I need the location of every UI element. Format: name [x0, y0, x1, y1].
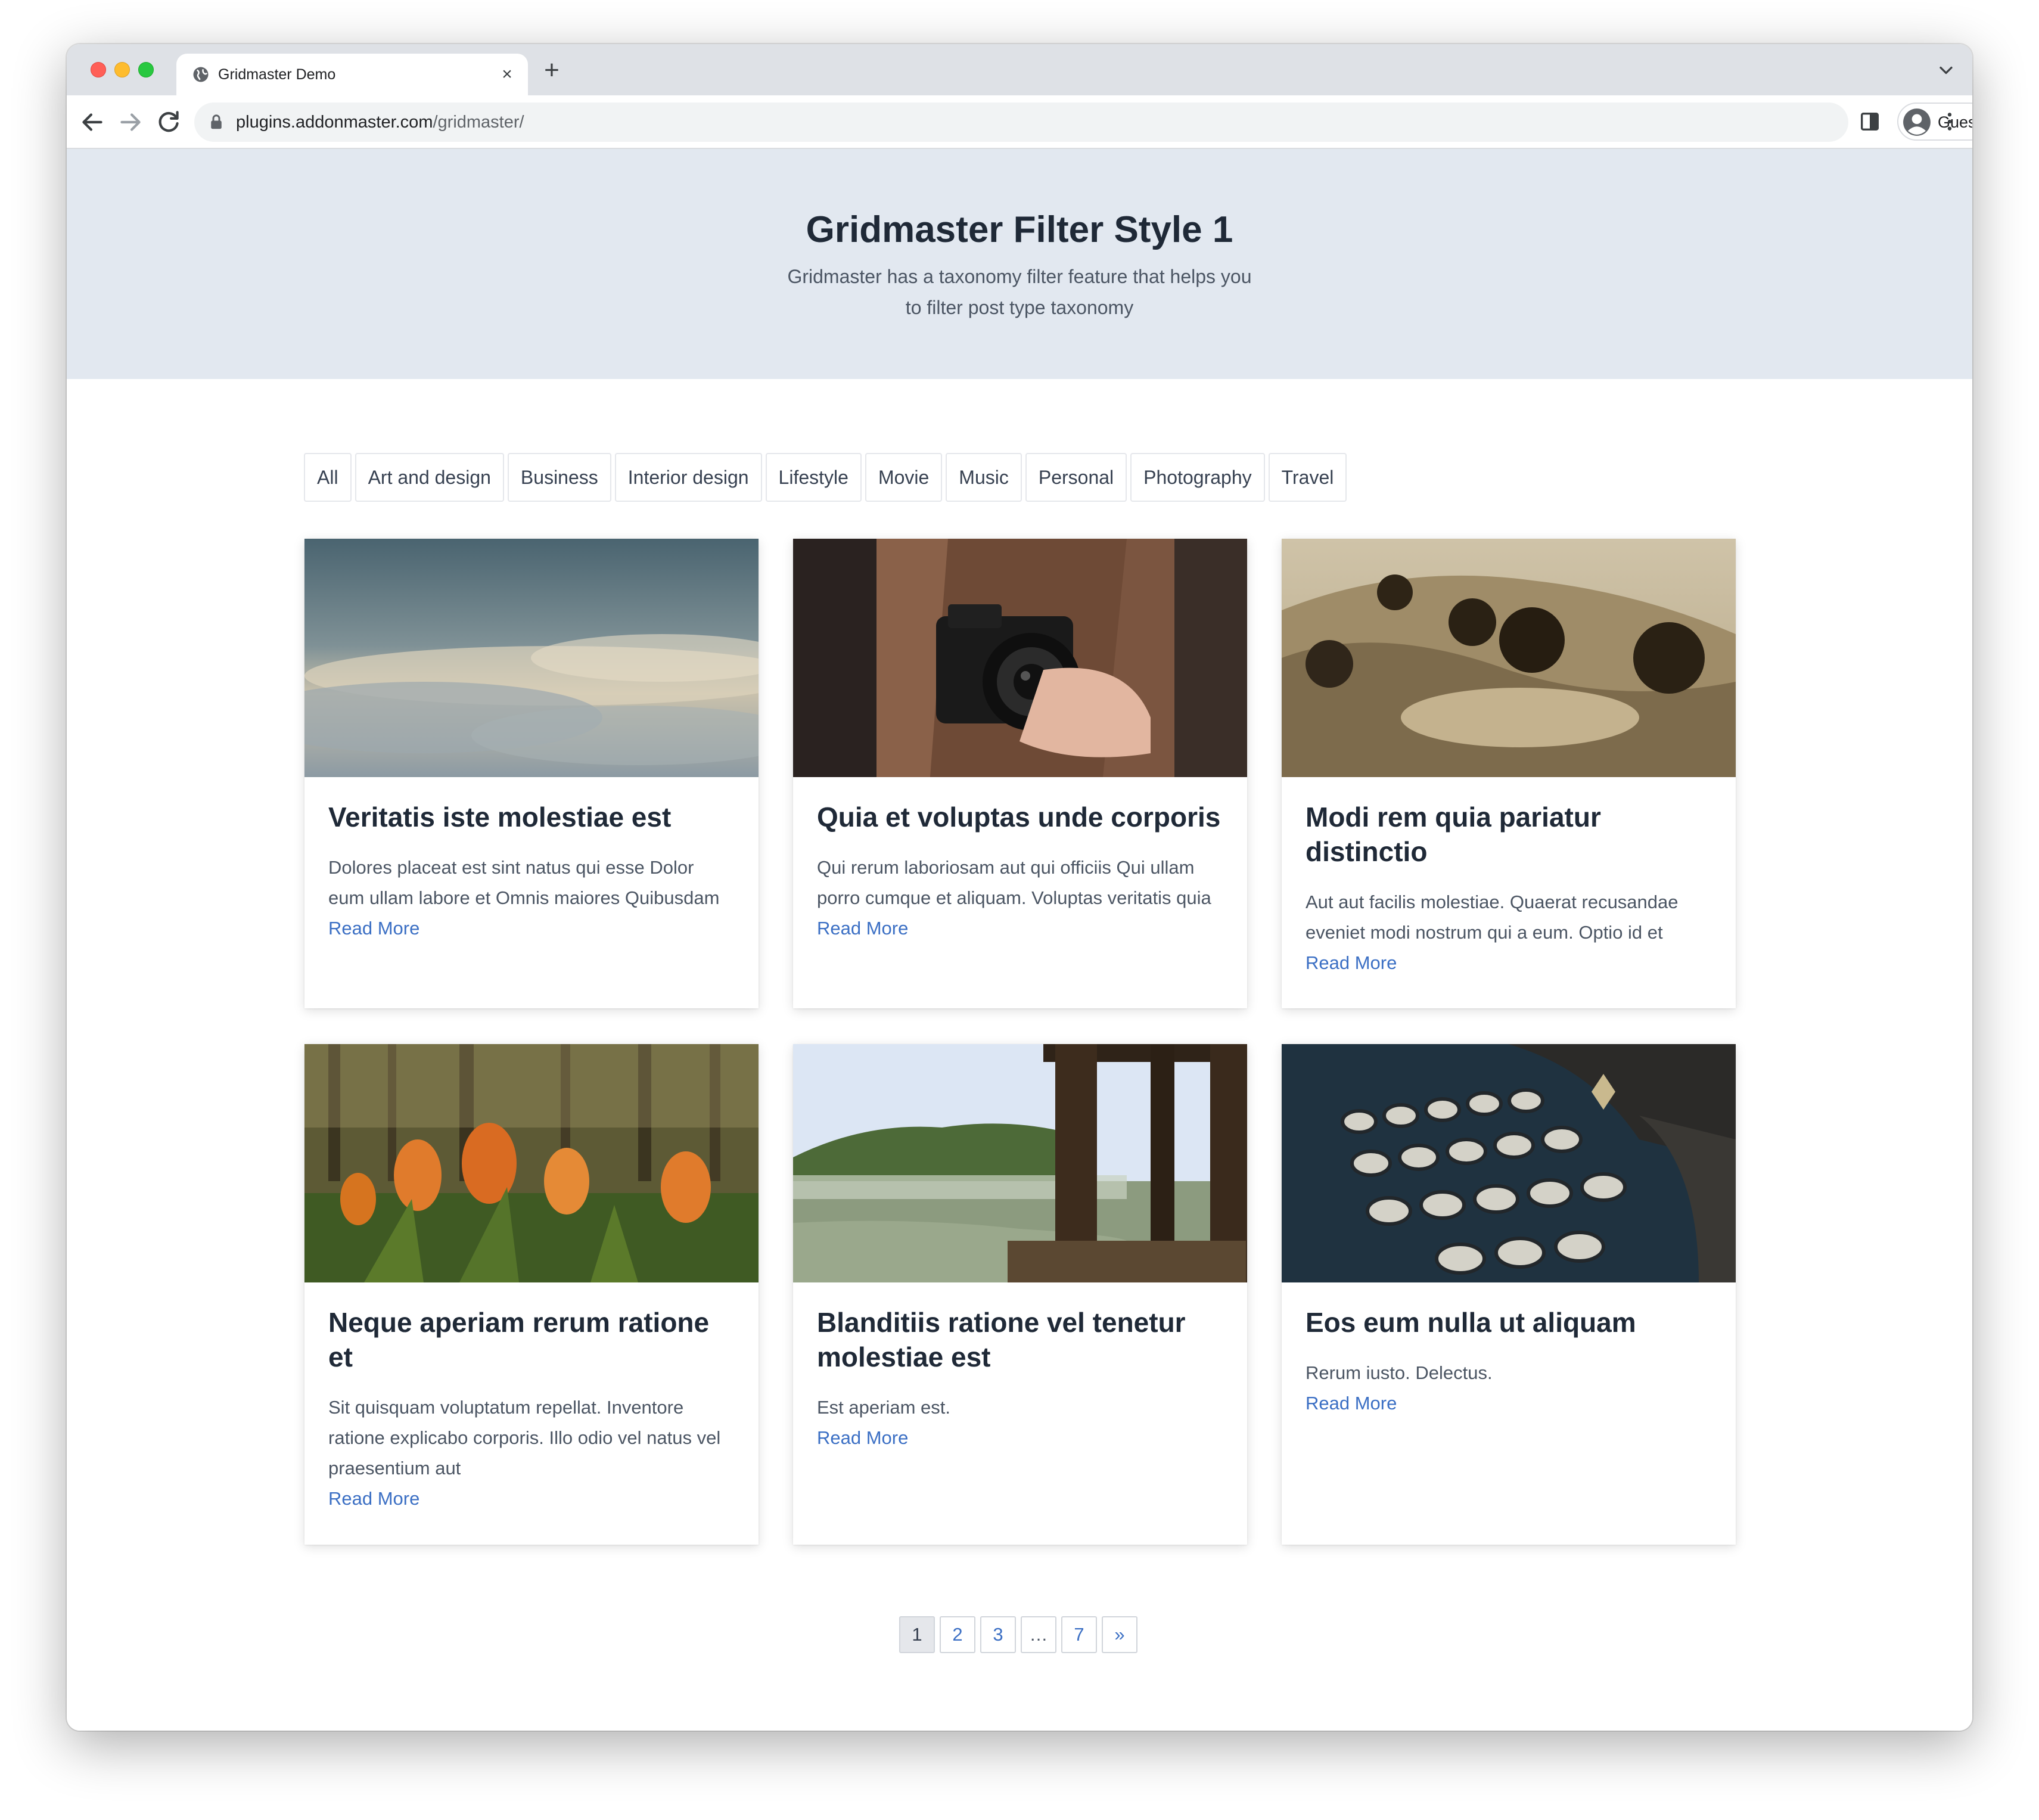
- arrow-right-icon: [120, 113, 141, 131]
- page-3-link[interactable]: 3: [980, 1616, 1016, 1653]
- post-excerpt: Rerum iusto. Delectus.: [1306, 1362, 1493, 1383]
- card-body: Blanditiis ratione vel tenetur molestiae…: [793, 1282, 1247, 1453]
- post-title[interactable]: Eos eum nulla ut aliquam: [1306, 1305, 1712, 1340]
- vintage-typewriter-photo: [1282, 1044, 1736, 1282]
- read-more-link[interactable]: Read More: [328, 1483, 735, 1514]
- post-excerpt: Sit quisquam voluptatum repellat. Invent…: [328, 1397, 721, 1479]
- filter-movie[interactable]: Movie: [865, 453, 943, 502]
- card-body: Veritatis iste molestiae est Dolores pla…: [304, 777, 759, 943]
- card-body: Quia et voluptas unde corporis Qui rerum…: [793, 777, 1247, 943]
- filter-art-and-design[interactable]: Art and design: [355, 453, 504, 502]
- new-tab-button[interactable]: +: [537, 56, 566, 85]
- page-7-link[interactable]: 7: [1061, 1616, 1097, 1653]
- post-title[interactable]: Veritatis iste molestiae est: [328, 800, 735, 834]
- post-thumbnail[interactable]: [1282, 1044, 1736, 1282]
- filter-lifestyle[interactable]: Lifestyle: [765, 453, 862, 502]
- post-title[interactable]: Modi rem quia pariatur distinctio: [1306, 800, 1712, 869]
- minimize-window-button[interactable]: [114, 62, 130, 77]
- post-card: Neque aperiam rerum ratione et Sit quisq…: [304, 1044, 759, 1545]
- url-path: /gridmaster/: [433, 113, 524, 132]
- camera-in-hands-photo: [793, 539, 1247, 777]
- taxonomy-filter-bar: All Art and design Business Interior des…: [304, 453, 1350, 502]
- read-more-link[interactable]: Read More: [817, 913, 1223, 943]
- post-excerpt: Dolores placeat est sint natus qui esse …: [328, 857, 720, 908]
- post-thumbnail[interactable]: [304, 539, 759, 777]
- chevron-down-icon[interactable]: [1935, 60, 1957, 81]
- arrow-left-icon: [82, 113, 102, 131]
- read-more-link[interactable]: Read More: [1306, 948, 1712, 978]
- post-title[interactable]: Quia et voluptas unde corporis: [817, 800, 1223, 834]
- read-more-link[interactable]: Read More: [817, 1423, 1223, 1453]
- maximize-window-button[interactable]: [138, 62, 154, 77]
- post-card: Modi rem quia pariatur distinctio Aut au…: [1282, 539, 1736, 1008]
- avatar-icon: [1903, 108, 1931, 136]
- tulips-in-forest-photo: [304, 1044, 759, 1282]
- post-thumbnail[interactable]: [1282, 539, 1736, 777]
- filter-personal[interactable]: Personal: [1025, 453, 1127, 502]
- cloudy-sky-photo: [304, 539, 759, 777]
- side-panel-icon[interactable]: [1858, 110, 1882, 133]
- post-title[interactable]: Neque aperiam rerum ratione et: [328, 1305, 735, 1374]
- globe-icon: [193, 67, 209, 82]
- post-excerpt: Qui rerum laboriosam aut qui officiis Qu…: [817, 857, 1211, 908]
- page-content: Gridmaster Filter Style 1 Gridmaster has…: [67, 149, 1972, 1731]
- post-thumbnail[interactable]: [793, 539, 1247, 777]
- card-body: Neque aperiam rerum ratione et Sit quisq…: [304, 1282, 759, 1514]
- close-tab-icon[interactable]: ×: [497, 64, 517, 85]
- filter-photography[interactable]: Photography: [1130, 453, 1265, 502]
- pagination: 1 2 3 … 7 »: [899, 1616, 1142, 1653]
- post-thumbnail[interactable]: [304, 1044, 759, 1282]
- reload-icon: [158, 111, 179, 132]
- forward-button[interactable]: [116, 107, 145, 137]
- post-title[interactable]: Blanditiis ratione vel tenetur molestiae…: [817, 1305, 1223, 1374]
- post-thumbnail[interactable]: [793, 1044, 1247, 1282]
- read-more-link[interactable]: Read More: [328, 913, 735, 943]
- page-ellipsis: …: [1021, 1616, 1056, 1653]
- misty-lake-dock-photo: [793, 1044, 1247, 1282]
- filter-music[interactable]: Music: [946, 453, 1022, 502]
- post-excerpt: Aut aut facilis molestiae. Quaerat recus…: [1306, 892, 1679, 943]
- page-2-link[interactable]: 2: [940, 1616, 975, 1653]
- filter-all[interactable]: All: [304, 453, 352, 502]
- url-host: plugins.addonmaster.com: [236, 113, 433, 132]
- filter-interior-design[interactable]: Interior design: [614, 453, 762, 502]
- filter-business[interactable]: Business: [507, 453, 611, 502]
- page-title: Gridmaster Filter Style 1: [806, 209, 1233, 250]
- page-1-current[interactable]: 1: [899, 1616, 935, 1653]
- post-card: Quia et voluptas unde corporis Qui rerum…: [793, 539, 1247, 1008]
- post-card: Blanditiis ratione vel tenetur molestiae…: [793, 1044, 1247, 1545]
- post-card: Veritatis iste molestiae est Dolores pla…: [304, 539, 759, 1008]
- browser-tab[interactable]: Gridmaster Demo ×: [176, 54, 528, 95]
- lock-icon[interactable]: [207, 113, 225, 131]
- hero-banner: Gridmaster Filter Style 1 Gridmaster has…: [67, 149, 1972, 379]
- next-page-link[interactable]: »: [1102, 1616, 1137, 1653]
- card-body: Modi rem quia pariatur distinctio Aut au…: [1282, 777, 1736, 978]
- card-body: Eos eum nulla ut aliquam Rerum iusto. De…: [1282, 1282, 1736, 1418]
- filter-travel[interactable]: Travel: [1268, 453, 1347, 502]
- page-subtitle: Gridmaster has a taxonomy filter feature…: [787, 266, 1252, 318]
- reload-button[interactable]: [154, 107, 184, 137]
- more-options-icon[interactable]: [1938, 108, 1962, 135]
- tab-title: Gridmaster Demo: [218, 66, 336, 83]
- browser-window: Gridmaster Demo × + plugins.addonmaster.…: [67, 44, 1972, 1731]
- post-excerpt: Est aperiam est.: [817, 1397, 950, 1418]
- tab-strip: Gridmaster Demo × +: [67, 44, 1972, 95]
- read-more-link[interactable]: Read More: [1306, 1388, 1712, 1418]
- address-bar[interactable]: plugins.addonmaster.com/gridmaster/: [194, 103, 1848, 142]
- back-button[interactable]: [77, 107, 107, 137]
- url-text: plugins.addonmaster.com/gridmaster/: [236, 112, 524, 132]
- browser-toolbar: plugins.addonmaster.com/gridmaster/ Gues…: [67, 95, 1972, 149]
- hills-with-trees-photo: [1282, 539, 1736, 777]
- close-window-button[interactable]: [91, 62, 106, 77]
- post-card: Eos eum nulla ut aliquam Rerum iusto. De…: [1282, 1044, 1736, 1545]
